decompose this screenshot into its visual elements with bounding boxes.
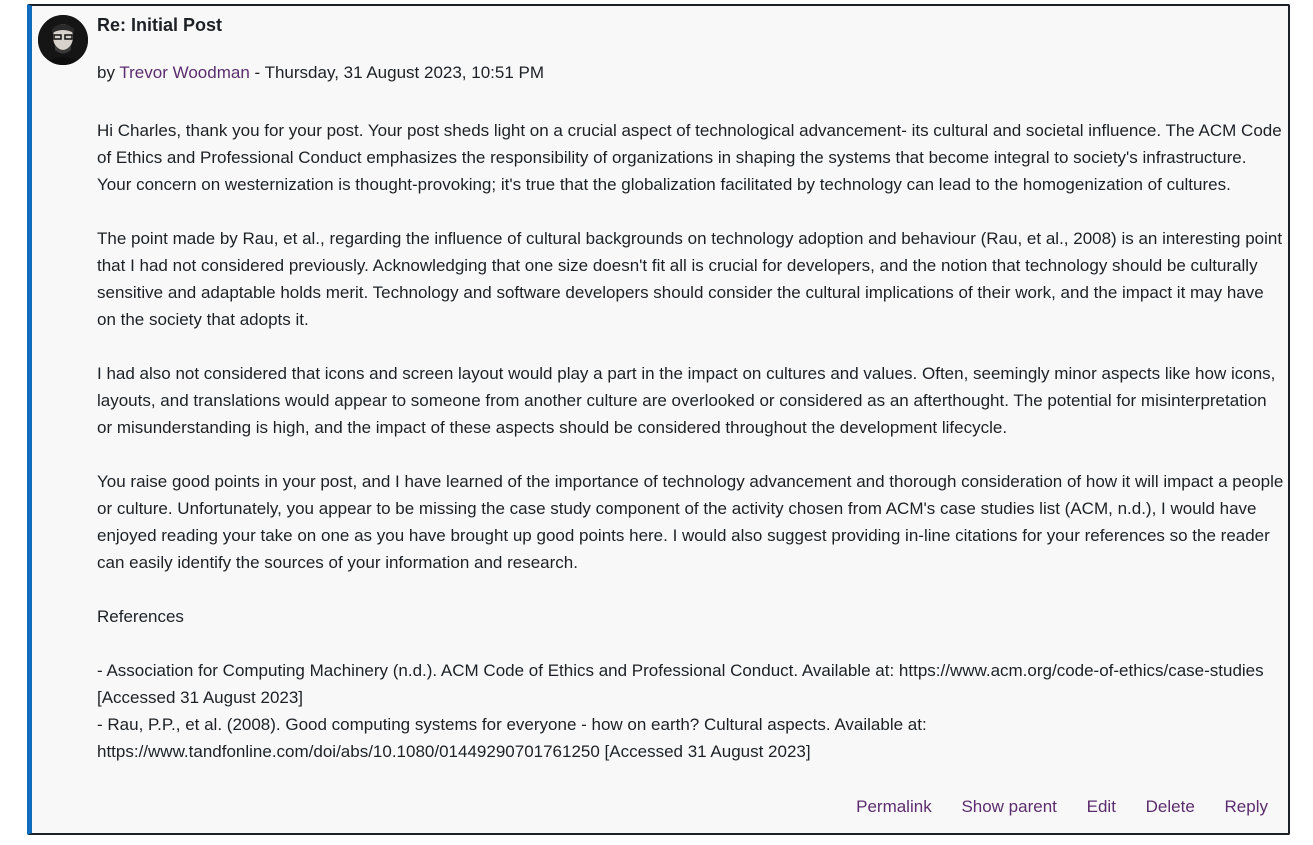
reply-link[interactable]: Reply (1225, 797, 1268, 816)
post-byline: by Trevor Woodman - Thursday, 31 August … (97, 63, 544, 83)
permalink-link[interactable]: Permalink (856, 797, 932, 816)
forum-post: Re: Initial Post by Trevor Woodman - Thu… (27, 4, 1290, 835)
date-separator: - (249, 63, 265, 82)
edit-link[interactable]: Edit (1087, 797, 1116, 816)
by-prefix: by (97, 63, 115, 82)
delete-link[interactable]: Delete (1146, 797, 1195, 816)
reference-item: - Rau, P.P., et al. (2008). Good computi… (97, 715, 927, 761)
show-parent-link[interactable]: Show parent (961, 797, 1056, 816)
post-paragraph: The point made by Rau, et al., regarding… (97, 229, 1283, 329)
author-avatar[interactable] (38, 15, 88, 65)
post-paragraph: I had also not considered that icons and… (97, 364, 1276, 437)
post-actions: Permalink Show parent Edit Delete Reply (831, 797, 1268, 817)
author-link[interactable]: Trevor Woodman (119, 63, 249, 82)
post-date: Thursday, 31 August 2023, 10:51 PM (264, 63, 545, 82)
reference-item: - Association for Computing Machinery (n… (97, 661, 1264, 707)
post-paragraph: You raise good points in your post, and … (97, 472, 1284, 572)
post-body: Hi Charles, thank you for your post. You… (97, 117, 1285, 765)
post-paragraph: Hi Charles, thank you for your post. You… (97, 121, 1282, 194)
post-subject: Re: Initial Post (97, 15, 223, 35)
references-heading: References (97, 607, 184, 626)
